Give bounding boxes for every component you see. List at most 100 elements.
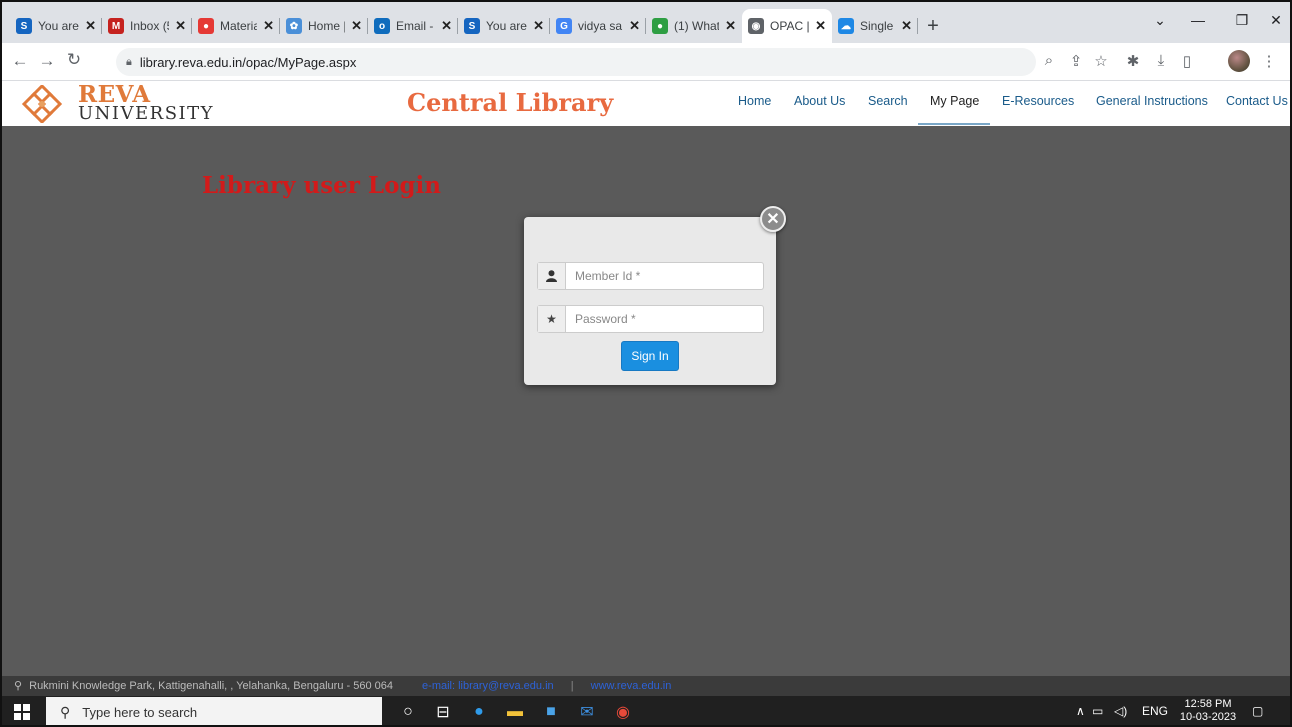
system-clock[interactable]: 12:58 PM 10-03-2023 [1178,698,1238,724]
chrome-icon[interactable]: ◉ [612,701,634,723]
reload-icon[interactable]: ↻ [62,50,86,70]
tab-close-icon[interactable]: ✕ [441,18,452,34]
login-heading: Library user Login [202,172,441,199]
browser-tab[interactable]: ◉ OPAC | ✕ [742,9,832,43]
sign-in-button[interactable]: Sign In [621,341,679,371]
share-icon[interactable]: ⇪ [1065,52,1087,70]
minimize-button[interactable]: — [1176,8,1220,32]
nav-contact-us[interactable]: Contact Us [1226,94,1288,108]
windows-start-icon[interactable] [14,704,30,720]
windows-taskbar: ⚲ Type here to search ○ ⊟ ● ▬ ■ ✉ ◉ ∧ ▭ … [2,696,1290,725]
taskbar-search[interactable]: ⚲ Type here to search [46,697,382,725]
tab-favicon-icon: ● [652,18,668,34]
browser-tab[interactable]: ● Materia ✕ [192,9,280,43]
tab-close-icon[interactable]: ✕ [175,18,186,34]
tab-favicon-icon: G [556,18,572,34]
network-icon[interactable]: ▭ [1092,704,1103,718]
browser-tab[interactable]: Gvidya sa ✕ [550,9,646,43]
site-footer: ⚲ Rukmini Knowledge Park, Kattigenahalli… [2,676,1290,696]
notifications-icon[interactable]: ▢ [1252,704,1263,718]
browser-tab-strip: S You are ✕ M Inbox (5 ✕ ● Materia ✕ ✿ Home | ✕ o Ema… [2,2,1290,43]
taskbar-search-placeholder: Type here to search [82,704,198,720]
tab-close-icon[interactable]: ✕ [725,18,736,34]
star-icon: ★ [538,306,566,332]
tab-label: vidya sa [578,19,623,33]
clock-time: 12:58 PM [1184,698,1232,710]
active-nav-underline [918,123,990,125]
nav-about-us[interactable]: About Us [794,94,845,108]
tab-label: Email - ( [396,19,435,33]
reva-logo-icon[interactable] [20,85,64,123]
browser-tab[interactable]: S You are ✕ [458,9,550,43]
volume-icon[interactable]: ◁) [1114,704,1127,718]
tab-label: OPAC | [770,19,810,33]
search-icon: ⚲ [60,703,71,720]
cortana-icon[interactable]: ○ [397,701,419,723]
map-pin-icon: ⚲ [14,680,23,692]
tab-favicon-icon: M [108,18,124,34]
tab-close-icon[interactable]: ✕ [85,18,96,34]
tab-favicon-icon: o [374,18,390,34]
forward-arrow-icon[interactable]: → [35,51,59,71]
member-id-input[interactable] [566,263,763,289]
profile-avatar[interactable] [1228,50,1250,72]
tab-favicon-icon: ◉ [748,18,764,34]
nav-my-page[interactable]: My Page [930,94,979,108]
browser-tab[interactable]: S You are ✕ [10,9,102,43]
url-text: library.reva.edu.in/opac/MyPage.aspx [139,54,357,70]
nav-general-instructions[interactable]: General Instructions [1096,94,1208,108]
tab-close-icon[interactable]: ✕ [533,18,544,34]
close-window-button[interactable]: ✕ [1254,8,1290,32]
screen: S You are ✕ M Inbox (5 ✕ ● Materia ✕ ✿ Home | ✕ o Ema… [0,0,1292,727]
browser-tab[interactable]: ● (1) What ✕ [646,9,742,43]
clock-date: 10-03-2023 [1179,711,1237,723]
tab-favicon-icon: ● [198,18,214,34]
menu-icon[interactable]: ⋮ [1258,52,1280,70]
zoom-icon[interactable]: ⌕ [1038,52,1060,69]
tab-close-icon[interactable]: ✕ [901,18,912,34]
nav-e-resources[interactable]: E-Resources [1002,94,1074,108]
language-indicator[interactable]: ENG [1142,704,1168,718]
tab-label: You are [486,19,527,33]
tab-close-icon[interactable]: ✕ [629,18,640,34]
side-panel-icon[interactable]: ▯ [1176,52,1198,70]
browser-toolbar: ← → ↻ 🔒︎ library.reva.edu.in/opac/MyPage… [2,43,1290,81]
tab-close-icon[interactable]: ✕ [815,18,826,34]
tab-favicon-icon: ✿ [286,18,302,34]
browser-tab[interactable]: ☁ Single S ✕ [832,9,918,43]
tab-close-icon[interactable]: ✕ [351,18,362,34]
store-icon[interactable]: ■ [540,701,562,723]
footer-website-link[interactable]: www.reva.edu.in [591,680,672,692]
tab-favicon-icon: S [464,18,480,34]
tray-chevron-icon[interactable]: ∧ [1076,704,1085,718]
edge-icon[interactable]: ● [468,701,490,723]
browser-tab[interactable]: M Inbox (5 ✕ [102,9,192,43]
page-overlay [2,126,1290,676]
tab-label: (1) What [674,19,720,33]
extensions-icon[interactable]: ✱ [1122,52,1144,70]
site-title: Central Library [407,88,614,117]
nav-search[interactable]: Search [868,94,908,108]
browser-tab[interactable]: o Email - ( ✕ [368,9,458,43]
back-arrow-icon[interactable]: ← [8,51,32,71]
mail-icon[interactable]: ✉ [576,701,598,723]
lock-icon: 🔒︎ [126,55,132,68]
password-field: ★ [537,305,764,333]
download-icon[interactable]: ⤓ [1150,52,1172,69]
browser-tab[interactable]: ✿ Home | ✕ [280,9,368,43]
user-icon [538,263,566,289]
nav-home[interactable]: Home [738,94,771,108]
address-bar[interactable]: 🔒︎ library.reva.edu.in/opac/MyPage.aspx [116,48,1036,76]
footer-separator: | [570,680,574,692]
password-input[interactable] [566,306,763,332]
tab-label: Single S [860,19,895,33]
footer-email-link[interactable]: e-mail: library@reva.edu.in [422,680,554,692]
tab-close-icon[interactable]: ✕ [263,18,274,34]
new-tab-button[interactable]: + [918,9,948,43]
footer-address: Rukmini Knowledge Park, Kattigenahalli, … [29,680,393,692]
file-explorer-icon[interactable]: ▬ [504,701,526,723]
close-icon[interactable]: ✕ [760,206,786,232]
tab-favicon-icon: ☁ [838,18,854,34]
bookmark-star-icon[interactable]: ☆ [1090,52,1112,70]
task-view-icon[interactable]: ⊟ [432,701,454,723]
